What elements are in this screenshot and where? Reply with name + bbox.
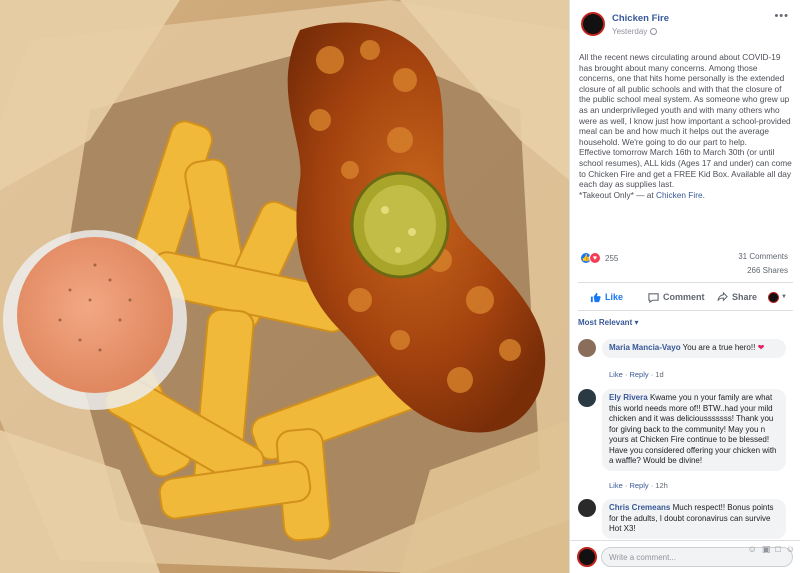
comment-bubble: Ely Rivera Kwame you n your family are w… <box>602 389 786 471</box>
commenter-name[interactable]: Maria Mancia-Vayo <box>609 343 681 352</box>
checkin-suffix: . <box>702 189 705 200</box>
comment-reply-link[interactable]: Reply <box>629 370 648 379</box>
globe-icon <box>650 28 658 35</box>
comment-meta: Like · Reply · 12h <box>609 481 668 490</box>
commenter-avatar[interactable] <box>578 499 596 517</box>
comment-icon <box>648 292 659 303</box>
post-paragraph: Effective tomorrow March 16th to March 3… <box>579 147 792 190</box>
reaction-count[interactable]: 255 <box>605 254 618 263</box>
shares-count-link[interactable]: 266 Shares <box>747 266 788 275</box>
comment-item: Chris Cremeans Much respect!! Bonus poin… <box>578 499 793 541</box>
comment-reply-link[interactable]: Reply <box>629 481 648 490</box>
post-header: Chicken Fire Yesterday ••• <box>570 0 800 44</box>
love-reaction-icon: ♥ <box>589 252 601 264</box>
post-time-text[interactable]: Yesterday <box>612 27 647 36</box>
comment-meta: Like · Reply · 1d <box>609 370 664 379</box>
comment-text: You are a true hero!! <box>682 343 756 352</box>
emoji-icon[interactable]: ☺ <box>748 544 757 555</box>
post-photo[interactable] <box>0 0 569 573</box>
commenter-name[interactable]: Ely Rivera <box>609 393 648 402</box>
fried-chicken-photo <box>0 0 569 573</box>
commenter-name[interactable]: Chris Cremeans <box>609 503 670 512</box>
caret-down-icon: ▼ <box>781 294 787 300</box>
comment-time[interactable]: 12h <box>655 481 668 490</box>
page-avatar[interactable] <box>581 12 605 36</box>
comment-item: Ely Rivera Kwame you n your family are w… <box>578 389 793 494</box>
post-note: *Takeout Only* <box>579 189 634 200</box>
heart-emoji: ❤ <box>757 343 765 352</box>
page-name-link[interactable]: Chicken Fire <box>612 13 669 24</box>
reaction-summary[interactable]: 👍 ♥ 255 <box>580 251 618 265</box>
checkin-place-link[interactable]: Chicken Fire <box>656 190 703 200</box>
post-timestamp[interactable]: Yesterday <box>612 27 658 36</box>
page-mini-avatar <box>768 291 779 303</box>
divider <box>578 282 793 283</box>
more-options-icon[interactable]: ••• <box>774 10 789 22</box>
sticker-icon[interactable]: ☺ <box>786 544 795 555</box>
comment-bubble: Chris Cremeans Much respect!! Bonus poin… <box>602 499 786 539</box>
comment-sort-dropdown[interactable]: Most Relevant ▾ <box>578 318 638 327</box>
comment-like-link[interactable]: Like <box>609 481 623 490</box>
commenter-avatar[interactable] <box>578 389 596 407</box>
post-paragraph-last: *Takeout Only* — at Chicken Fire. <box>579 190 795 201</box>
comment-like-link[interactable]: Like <box>609 370 623 379</box>
comment-label: Comment <box>663 292 705 302</box>
composer-tools: ☺ ▣ □ ☺ <box>748 544 795 555</box>
share-icon <box>717 291 728 301</box>
gif-icon[interactable]: □ <box>775 544 780 555</box>
post-body: All the recent news circulating around a… <box>579 52 795 200</box>
share-label: Share <box>732 292 758 302</box>
comment-bubble: Maria Mancia-Vayo You are a true hero!! … <box>602 339 786 358</box>
share-button[interactable]: Share <box>717 291 758 303</box>
comment-item: Maria Mancia-Vayo You are a true hero!! … <box>578 339 793 381</box>
pickle-shape <box>350 171 450 279</box>
commenter-avatar[interactable] <box>578 339 596 357</box>
checkin-prefix: — at <box>633 189 657 200</box>
comment-time[interactable]: 1d <box>655 370 663 379</box>
composer-avatar <box>577 547 597 567</box>
like-label: Like <box>605 292 624 302</box>
sauce-cup-shape <box>3 230 187 410</box>
like-button[interactable]: Like <box>590 292 623 303</box>
post-as-selector[interactable]: ▼ <box>768 291 787 303</box>
comment-composer: Write a comment... ☺ ▣ □ ☺ <box>570 540 800 573</box>
action-bar: Like Comment Share ▼ <box>578 284 793 310</box>
post-paragraph: All the recent news circulating around a… <box>579 52 791 147</box>
comment-text: Kwame you n your family are what this wo… <box>609 393 777 465</box>
thumbs-up-icon <box>590 292 601 302</box>
divider <box>578 310 793 311</box>
camera-icon[interactable]: ▣ <box>762 544 771 555</box>
post-side-panel: Chicken Fire Yesterday ••• All the recen… <box>569 0 800 573</box>
comments-count-link[interactable]: 31 Comments <box>738 252 788 261</box>
